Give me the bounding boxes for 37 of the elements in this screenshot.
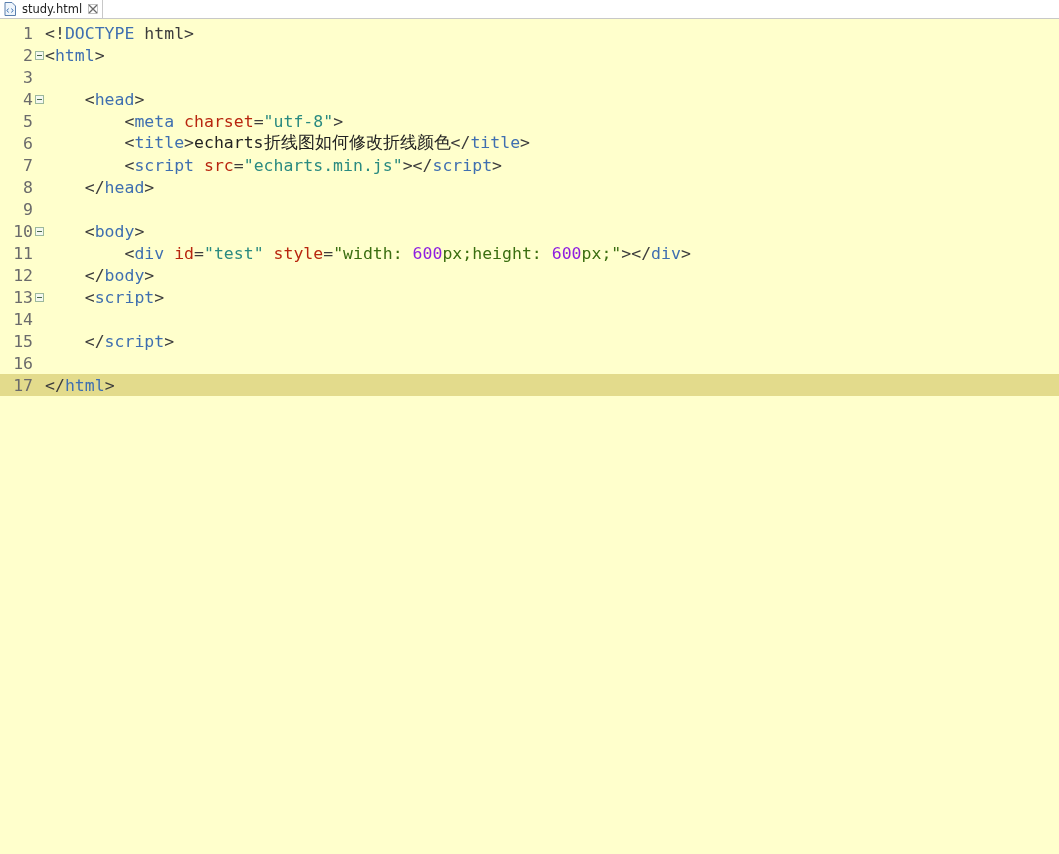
line-number: 15 <box>12 331 33 351</box>
collapse-icon[interactable] <box>34 94 44 104</box>
code-line: </html> <box>45 375 115 395</box>
line-number: 8 <box>22 177 33 197</box>
line-number: 14 <box>12 309 33 329</box>
code-line: <!DOCTYPE html> <box>45 23 195 43</box>
close-icon[interactable] <box>88 4 99 14</box>
code-line: <script src="echarts.min.js"></script> <box>123 155 502 175</box>
line-number: 2 <box>22 45 33 65</box>
collapse-icon[interactable] <box>34 226 44 236</box>
line-number: 5 <box>22 111 33 131</box>
code-line: <head> <box>83 89 145 109</box>
code-line: <div id="test" style="width: 600px;height: 600px;"></div> <box>123 243 691 263</box>
line-number: 10 <box>12 221 33 241</box>
line-number: 6 <box>22 133 33 153</box>
code-line: </script> <box>83 331 175 351</box>
line-number: 17 <box>12 375 33 395</box>
line-number: 12 <box>12 265 33 285</box>
collapse-icon[interactable] <box>34 292 44 302</box>
line-number: 13 <box>12 287 33 307</box>
code-line: </body> <box>83 265 155 285</box>
code-line: <title>echarts折线图如何修改折线颜色</title> <box>123 132 531 154</box>
line-number: 9 <box>22 199 33 219</box>
code-line: <html> <box>45 45 105 65</box>
line-number: 1 <box>22 23 33 43</box>
code-line: <body> <box>83 221 145 241</box>
code-line: <script> <box>83 287 165 307</box>
code-line: <meta charset="utf-8"> <box>123 111 344 131</box>
line-number: 16 <box>12 353 33 373</box>
line-number: 3 <box>22 67 33 87</box>
line-number: 7 <box>22 155 33 175</box>
line-number: 4 <box>22 89 33 109</box>
tab-label: study.html <box>22 2 83 16</box>
code-line: </head> <box>83 177 155 197</box>
file-icon <box>4 2 16 16</box>
collapse-icon[interactable] <box>34 50 44 60</box>
line-number: 11 <box>12 243 33 263</box>
